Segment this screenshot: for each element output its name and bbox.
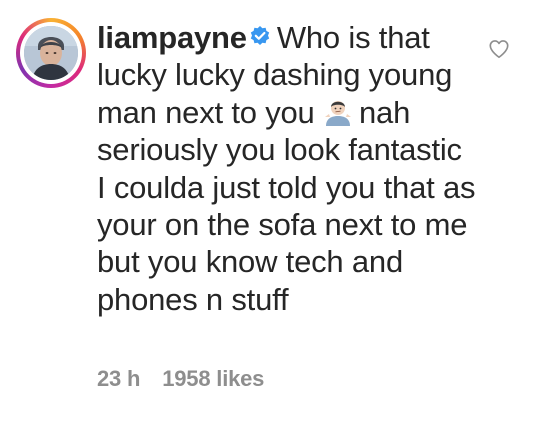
timestamp[interactable]: 23 h <box>97 366 140 391</box>
avatar[interactable] <box>24 26 78 80</box>
heart-outline-icon[interactable] <box>488 38 510 60</box>
likes-count[interactable]: 1958 likes <box>162 366 264 391</box>
comment-meta: 23 h 1958 likes <box>97 366 264 392</box>
username-link[interactable]: liampayne <box>97 20 247 55</box>
avatar-image <box>24 26 78 80</box>
story-ring[interactable] <box>16 18 86 88</box>
verified-badge-icon <box>249 18 271 45</box>
man-shrugging-emoji <box>323 97 353 127</box>
comment-body: liampayne Who is that lucky lucky dashing… <box>97 18 477 318</box>
comment-item: liampayne Who is that lucky lucky dashing… <box>0 0 540 431</box>
